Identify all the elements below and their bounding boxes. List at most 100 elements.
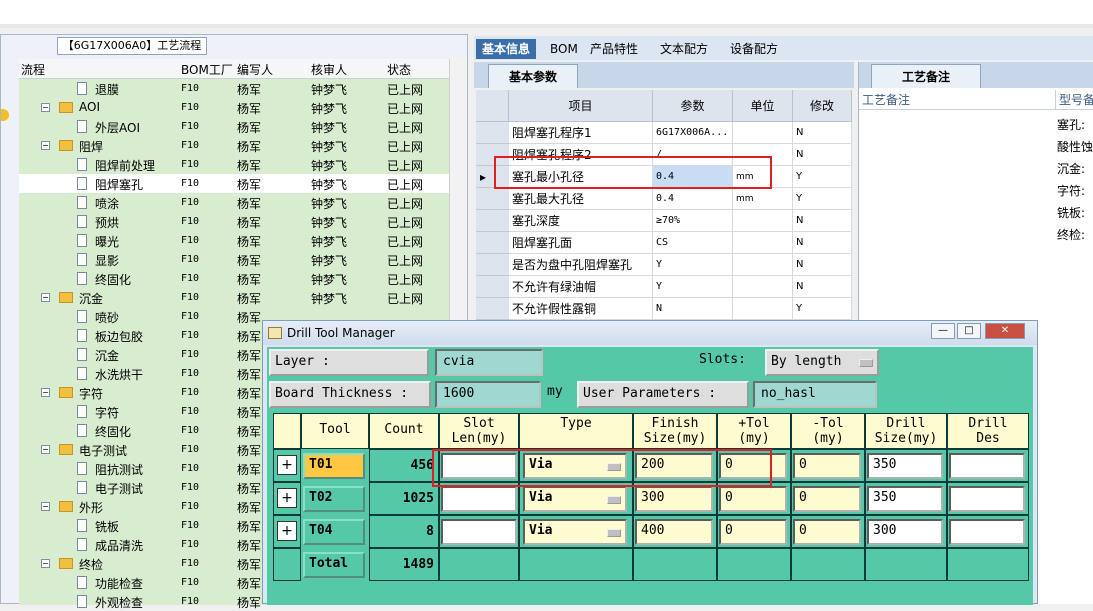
flow-name: 沉金 [95, 349, 120, 363]
drill-input[interactable]: 300 [867, 519, 943, 545]
mtol-input[interactable]: 0 [793, 519, 861, 545]
ptol-input[interactable]: 0 [719, 486, 787, 512]
flow-row[interactable]: 阻焊塞孔 F10 杨军 钟梦飞 已上网 [19, 174, 449, 193]
tool-button[interactable]: T04 [303, 519, 365, 545]
flow-tab[interactable]: 【6G17X006A0】工艺流程 [57, 37, 207, 55]
flow-row[interactable]: − AOI F10 杨军 钟梦飞 已上网 [19, 98, 449, 117]
param-value[interactable]: N [653, 298, 733, 320]
collapse-icon[interactable]: − [41, 141, 50, 150]
tool-button[interactable]: T02 [303, 486, 365, 512]
param-modify[interactable]: Y [793, 298, 852, 320]
expand-icon[interactable]: + [277, 521, 297, 541]
grid-header-modify[interactable]: 修改 [793, 90, 852, 122]
param-row[interactable]: 阻焊塞孔面 CS N [476, 232, 852, 254]
collapse-icon[interactable]: − [41, 445, 50, 454]
mtol-input[interactable]: 0 [793, 453, 861, 479]
flow-writer: 杨军 [237, 596, 262, 610]
param-value[interactable]: 0.4 [653, 188, 733, 210]
header-flow[interactable]: 流程 [21, 61, 45, 78]
param-value[interactable]: Y [653, 254, 733, 276]
collapse-icon[interactable]: − [41, 293, 50, 302]
user-params-field[interactable]: no_hasl [753, 381, 877, 408]
tab-text-recipe[interactable]: 文本配方 [654, 39, 714, 59]
param-modify[interactable]: Y [793, 166, 852, 188]
collapse-icon[interactable]: − [41, 103, 50, 112]
param-value[interactable]: CS [653, 232, 733, 254]
tab-equipment-recipe[interactable]: 设备配方 [724, 39, 784, 59]
drill-des-input[interactable] [949, 519, 1025, 545]
param-row[interactable]: 不允许假性露铜 N Y [476, 298, 852, 320]
folder-icon [59, 292, 73, 303]
flow-status: 已上网 [387, 273, 424, 287]
expand-icon[interactable]: + [277, 455, 297, 475]
tool-button[interactable]: T01 [303, 453, 365, 479]
collapse-icon[interactable]: − [41, 388, 50, 397]
grid-header-value[interactable]: 参数 [653, 90, 733, 122]
param-value[interactable]: Y [653, 276, 733, 298]
tab-product-features[interactable]: 产品特性 [584, 39, 644, 59]
param-modify[interactable]: N [793, 232, 852, 254]
flow-row[interactable]: 终固化 F10 杨军 钟梦飞 已上网 [19, 269, 449, 288]
tab-basic-params[interactable]: 基本参数 [488, 64, 578, 88]
finish-input[interactable]: 400 [635, 519, 713, 545]
flow-row[interactable]: 阻焊前处理 F10 杨军 钟梦飞 已上网 [19, 155, 449, 174]
grid-header-unit[interactable]: 单位 [733, 90, 793, 122]
ptol-input[interactable]: 0 [719, 519, 787, 545]
thickness-field[interactable]: 1600 [435, 381, 541, 408]
header-reviewer[interactable]: 核审人 [311, 61, 347, 78]
collapse-icon[interactable]: − [41, 502, 50, 511]
param-modify[interactable]: N [793, 276, 852, 298]
param-row[interactable]: 阻焊塞孔程序1 6G17X006A... N [476, 122, 852, 144]
maximize-icon[interactable]: □ [957, 323, 981, 339]
drill-des-input[interactable] [949, 453, 1025, 479]
param-modify[interactable]: N [793, 254, 852, 276]
param-modify[interactable]: N [793, 210, 852, 232]
slot-len-input[interactable] [441, 519, 517, 545]
param-value[interactable]: ≥70% [653, 210, 733, 232]
slot-len-input[interactable] [441, 486, 517, 512]
drill-des-input[interactable] [949, 486, 1025, 512]
flow-row[interactable]: 外层AOI F10 杨军 钟梦飞 已上网 [19, 117, 449, 136]
param-row[interactable]: 塞孔最大孔径 0.4 mm Y [476, 188, 852, 210]
header-bom[interactable]: BOM工厂 [181, 61, 233, 78]
header-status[interactable]: 状态 [387, 61, 411, 78]
slots-select[interactable]: By length [765, 349, 879, 376]
user-params-button[interactable]: User Parameters : [577, 381, 749, 408]
mtol-input[interactable]: 0 [793, 486, 861, 512]
drill-input[interactable]: 350 [867, 486, 943, 512]
flow-writer: 杨军 [237, 273, 262, 287]
type-select[interactable]: Via [523, 486, 627, 512]
grid-header-item[interactable]: 项目 [509, 90, 653, 122]
minimize-icon[interactable]: — [931, 323, 955, 339]
flow-row[interactable]: 显影 F10 杨军 钟梦飞 已上网 [19, 250, 449, 269]
flow-row[interactable]: − 沉金 F10 杨军 钟梦飞 已上网 [19, 288, 449, 307]
param-modify[interactable]: N [793, 122, 852, 144]
tab-process-notes[interactable]: 工艺备注 [871, 64, 981, 88]
collapse-icon[interactable]: − [41, 559, 50, 568]
param-modify[interactable]: N [793, 144, 852, 166]
param-row[interactable]: 是否为盘中孔阻焊塞孔 Y N [476, 254, 852, 276]
flow-bom: F10 [181, 330, 200, 341]
param-row[interactable]: 塞孔深度 ≥70% N [476, 210, 852, 232]
tab-bom[interactable]: BOM [544, 39, 584, 59]
tab-basic-info[interactable]: 基本信息 [476, 39, 537, 59]
param-modify[interactable]: Y [793, 188, 852, 210]
flow-row[interactable]: 曝光 F10 杨军 钟梦飞 已上网 [19, 231, 449, 250]
flow-row[interactable]: 预烘 F10 杨军 钟梦飞 已上网 [19, 212, 449, 231]
flow-row[interactable]: − 阻焊 F10 杨军 钟梦飞 已上网 [19, 136, 449, 155]
header-writer[interactable]: 编写人 [237, 61, 273, 78]
flow-writer: 杨军 [237, 216, 262, 230]
flow-row[interactable]: 退膜 F10 杨军 钟梦飞 已上网 [19, 79, 449, 98]
highlight-box-param [494, 156, 772, 189]
dialog-titlebar[interactable]: Drill Tool Manager — □ ✕ [263, 321, 1037, 345]
layer-field[interactable]: cvia [435, 349, 543, 376]
param-row[interactable]: 不允许有绿油帽 Y N [476, 276, 852, 298]
drill-input[interactable]: 350 [867, 453, 943, 479]
expand-icon[interactable]: + [277, 488, 297, 508]
type-select[interactable]: Via [523, 519, 627, 545]
flow-row[interactable]: 喷涂 F10 杨军 钟梦飞 已上网 [19, 193, 449, 212]
close-icon[interactable]: ✕ [985, 323, 1025, 339]
param-value[interactable]: 6G17X006A... [653, 122, 733, 144]
flow-bom: F10 [181, 159, 200, 170]
finish-input[interactable]: 300 [635, 486, 713, 512]
